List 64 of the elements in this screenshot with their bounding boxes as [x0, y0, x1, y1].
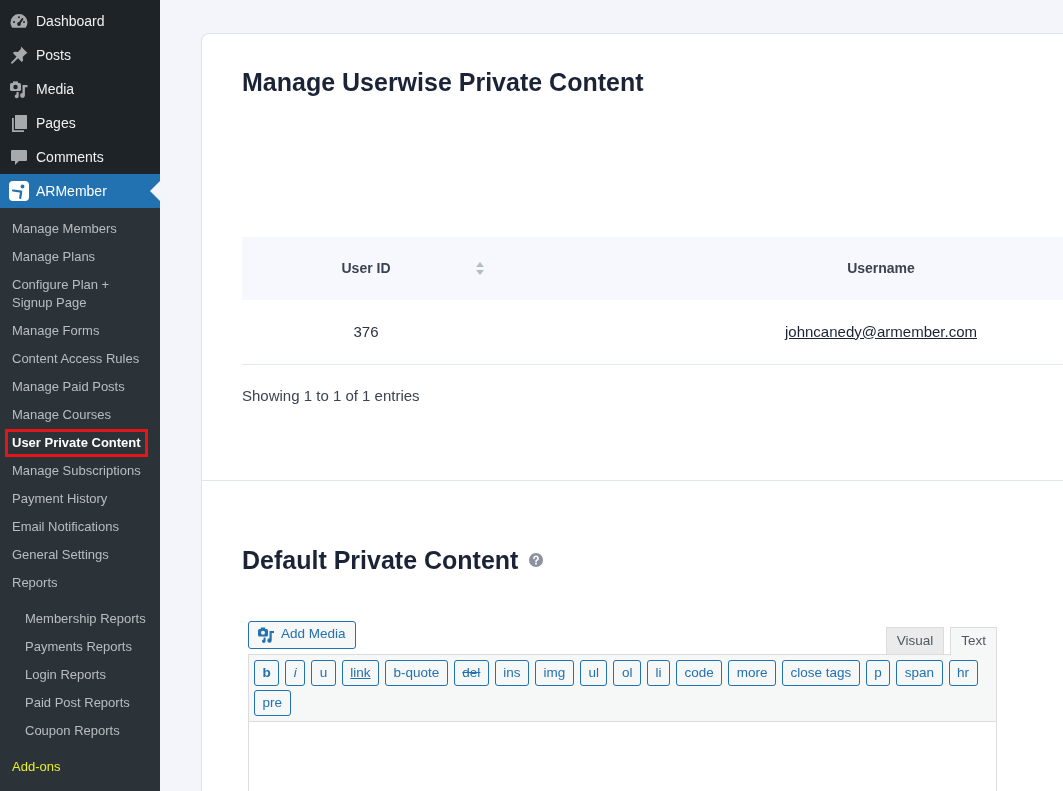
editor-tab[interactable]: Text: [950, 626, 997, 655]
format-button[interactable]: hr: [948, 659, 978, 686]
submenu-item[interactable]: Manage Plans: [5, 243, 103, 271]
section-heading: Default Private Content: [242, 544, 519, 576]
username-link[interactable]: johncanedy@armember.com: [785, 322, 977, 340]
table-cell: 376: [353, 322, 379, 340]
media-icon: [258, 626, 274, 643]
column-header: Username: [847, 259, 915, 278]
pointer-arrow-icon: [150, 181, 160, 201]
format-button[interactable]: p: [865, 659, 891, 686]
submenu-item[interactable]: Login Reports: [18, 661, 113, 689]
menu-item[interactable]: Dashboard: [0, 4, 160, 38]
entries-info: Showing 1 to 1 of 1 entries: [242, 385, 421, 406]
format-button[interactable]: code: [675, 659, 723, 686]
submenu-item[interactable]: Paid Post Reports: [18, 689, 137, 717]
format-button[interactable]: ins: [494, 659, 530, 686]
media-icon: [9, 79, 29, 99]
menu-item[interactable]: Comments: [0, 140, 160, 174]
format-button[interactable]: ol: [613, 659, 641, 686]
submenu-item[interactable]: Payments Reports: [18, 633, 139, 661]
add-media-button[interactable]: Add Media: [248, 620, 356, 649]
content-editor[interactable]: [248, 721, 997, 791]
format-button[interactable]: i: [285, 659, 306, 686]
format-button[interactable]: link: [341, 659, 380, 686]
editor-tab[interactable]: Visual: [885, 626, 945, 655]
speech-bubble-icon: [9, 147, 29, 167]
format-button[interactable]: b: [254, 659, 280, 686]
submenu-item[interactable]: Manage Members: [5, 215, 124, 243]
menu-item[interactable]: Pages: [0, 106, 160, 140]
submenu-item[interactable]: Coupon Reports: [18, 717, 127, 745]
submenu-item[interactable]: Add-ons: [5, 753, 68, 781]
pushpin-icon: [9, 45, 29, 65]
format-button[interactable]: pre: [254, 689, 291, 716]
submenu-item[interactable]: Manage Courses: [5, 401, 118, 429]
submenu-item[interactable]: Manage Forms: [5, 317, 107, 345]
submenu-item[interactable]: Content Access Rules: [5, 345, 147, 373]
armember-logo-icon: [9, 181, 29, 201]
format-button[interactable]: more: [728, 659, 776, 686]
format-button[interactable]: close tags: [781, 659, 860, 686]
help-icon[interactable]: [529, 552, 544, 567]
format-button[interactable]: del: [453, 659, 489, 686]
gauge-icon: [9, 11, 29, 31]
format-button[interactable]: li: [646, 659, 670, 686]
format-button[interactable]: u: [311, 659, 336, 686]
menu-item[interactable]: Media: [0, 72, 160, 106]
column-header[interactable]: User ID: [341, 258, 391, 279]
format-button[interactable]: img: [535, 659, 574, 686]
submenu-item[interactable]: Configure Plan + Signup Page: [5, 271, 160, 317]
submenu-item[interactable]: Manage Subscriptions: [5, 457, 148, 485]
submenu-item[interactable]: Membership Reports: [18, 605, 153, 633]
pages-icon: [9, 113, 29, 133]
format-button[interactable]: span: [896, 659, 943, 686]
submenu-item[interactable]: General Settings: [5, 541, 116, 569]
submenu-item[interactable]: Email Notifications: [5, 513, 126, 541]
submenu-item[interactable]: Reports: [5, 569, 65, 597]
format-button[interactable]: b-quote: [385, 659, 448, 686]
submenu-item[interactable]: User Private Content: [5, 429, 148, 457]
section-heading: Manage Userwise Private Content: [242, 67, 645, 98]
menu-item[interactable]: ARMember: [0, 174, 160, 208]
sort-icon[interactable]: [476, 262, 484, 275]
format-button[interactable]: ul: [579, 659, 608, 686]
menu-item[interactable]: Posts: [0, 38, 160, 72]
submenu-item[interactable]: Manage Paid Posts: [5, 373, 132, 401]
submenu-item[interactable]: Payment History: [5, 485, 115, 513]
